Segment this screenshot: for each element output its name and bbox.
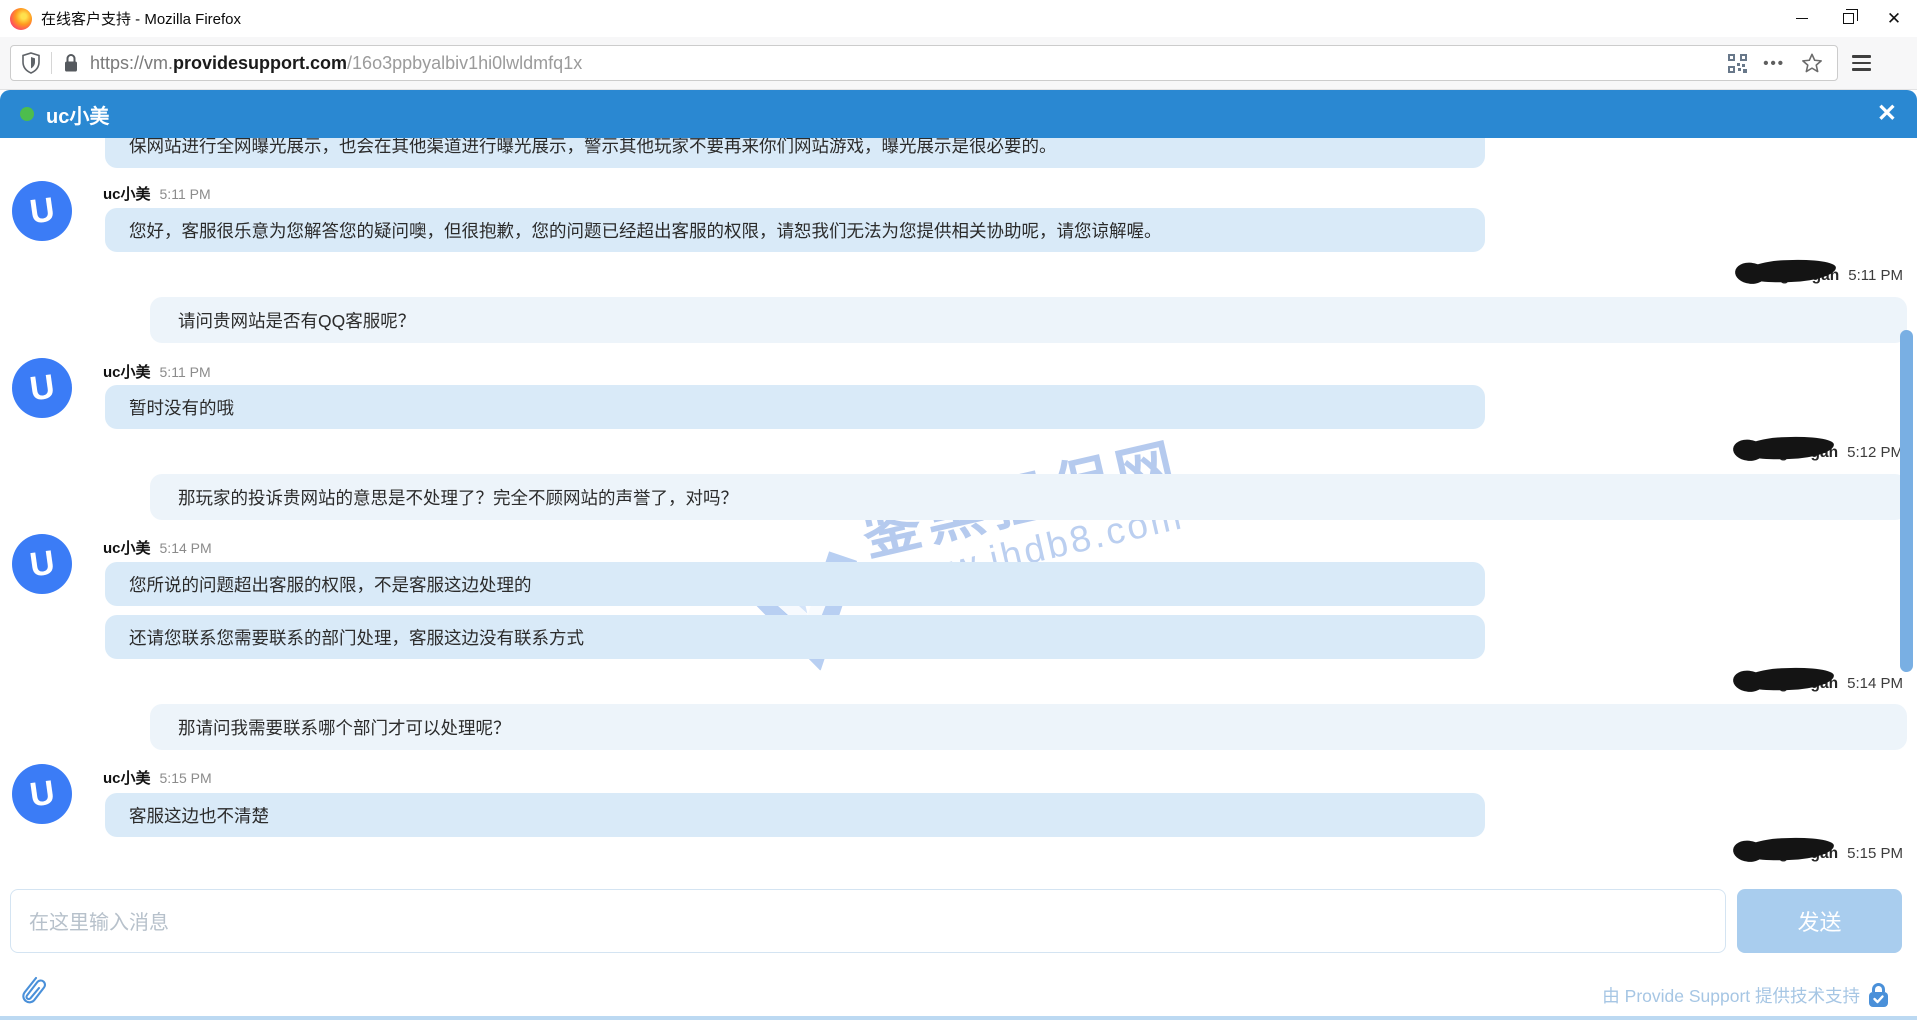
widget-bottom-border	[0, 1016, 1917, 1020]
chat-agent-title: uc小美	[46, 100, 109, 129]
minimize-icon	[1796, 18, 1808, 20]
message-time: 5:11 PM	[160, 364, 211, 380]
agent-message-header: uc小美 5:14 PM	[103, 537, 212, 558]
chat-scrollbar[interactable]	[1900, 330, 1913, 672]
message-bubble: 您好，客服很乐意为您解答您的疑问噢，但很抱歉，您的问题已经超出客服的权限，请恕我…	[105, 208, 1485, 252]
visitor-message-header: dinghaigan 5:14 PM	[1755, 675, 1903, 693]
window-title: 在线客户支持 - Mozilla Firefox	[41, 8, 241, 29]
chat-message-list[interactable]: 鉴黑担保网 www.jhdb8.com 保网站进行全网曝光展示，也会在其他渠道进…	[0, 138, 1917, 878]
agent-message-header: uc小美 5:15 PM	[103, 767, 212, 788]
message-text: 那玩家的投诉贵网站的意思是不处理了？完全不顾网站的声誉了，对吗？	[178, 485, 738, 510]
avatar-letter: U	[27, 192, 56, 229]
page-actions-icon[interactable]: •••	[1763, 55, 1785, 72]
agent-avatar: U	[12, 181, 72, 241]
message-bubble: 客服这边也不清楚	[105, 793, 1485, 837]
qr-code-icon[interactable]	[1728, 54, 1747, 73]
url-domain: providesupport.com	[173, 53, 347, 73]
message-bubble: 暂时没有的哦	[105, 385, 1485, 429]
agent-name: uc小美	[103, 767, 151, 788]
close-window-button[interactable]: ✕	[1871, 0, 1917, 37]
visitor-message-header: dinghaigan 5:12 PM	[1755, 444, 1903, 462]
urlbar-divider	[51, 52, 52, 74]
secure-lock-icon	[1868, 983, 1889, 1008]
message-input[interactable]	[10, 889, 1726, 953]
message-time: 5:15 PM	[1847, 845, 1903, 862]
chat-header: uc小美 ✕	[0, 90, 1917, 138]
bookmark-star-icon[interactable]	[1801, 52, 1823, 74]
message-text: 您所说的问题超出客服的权限，不是客服这边处理的	[129, 572, 532, 597]
agent-name: uc小美	[103, 537, 151, 558]
agent-name: uc小美	[103, 183, 151, 204]
chat-widget: uc小美 ✕ 鉴黑担保网 www.jhdb8.com 保网站进行全网曝光展示，也…	[0, 90, 1917, 1020]
send-button[interactable]: 发送	[1737, 889, 1902, 953]
visitor-message-header: dinghaigan 5:15 PM	[1755, 845, 1903, 863]
browser-navbar: https://vm.providesupport.com/16o3ppbyal…	[0, 37, 1917, 90]
powered-by[interactable]: 由 Provide Support 提供技术支持	[1602, 983, 1889, 1008]
message-time: 5:11 PM	[1848, 267, 1903, 284]
agent-message-header: uc小美 5:11 PM	[103, 183, 211, 204]
agent-message-header: uc小美 5:11 PM	[103, 361, 211, 382]
url-scheme: https://vm.	[90, 53, 173, 73]
online-status-dot	[20, 107, 34, 121]
message-time: 5:14 PM	[160, 540, 212, 556]
message-time: 5:15 PM	[160, 770, 212, 786]
agent-avatar: U	[12, 764, 72, 824]
avatar-letter: U	[27, 775, 56, 812]
shield-icon[interactable]	[21, 52, 41, 74]
message-time: 5:11 PM	[160, 186, 211, 202]
message-bubble: 还请您联系您需要联系的部门处理，客服这边没有联系方式	[105, 615, 1485, 659]
chat-close-button[interactable]: ✕	[1877, 102, 1897, 126]
message-text: 那请问我需要联系哪个部门才可以处理呢？	[178, 715, 511, 740]
message-text: 还请您联系您需要联系的部门处理，客服这边没有联系方式	[129, 625, 584, 650]
agent-avatar: U	[12, 358, 72, 418]
message-text: 您好，客服很乐意为您解答您的疑问噢，但很抱歉，您的问题已经超出客服的权限，请恕我…	[129, 218, 1162, 243]
message-time: 5:12 PM	[1847, 444, 1903, 461]
message-bubble-cutoff: 保网站进行全网曝光展示，也会在其他渠道进行曝光展示，警示其他玩家不要再来你们网站…	[105, 138, 1485, 168]
browser-titlebar: 在线客户支持 - Mozilla Firefox ✕	[0, 0, 1917, 37]
attachment-paperclip-icon[interactable]	[14, 973, 46, 1007]
restore-button[interactable]	[1825, 0, 1871, 37]
visitor-message-header: dinghaigan 5:11 PM	[1757, 267, 1903, 285]
url-path: /16o3ppbyalbiv1hi0lwldmfq1x	[347, 53, 582, 73]
message-bubble: 那请问我需要联系哪个部门才可以处理呢？	[150, 704, 1907, 750]
close-icon: ✕	[1887, 10, 1901, 27]
agent-name: uc小美	[103, 361, 151, 382]
restore-icon	[1843, 13, 1854, 24]
lock-icon	[62, 52, 80, 74]
message-text: 暂时没有的哦	[129, 395, 234, 420]
url-bar[interactable]: https://vm.providesupport.com/16o3ppbyal…	[10, 45, 1838, 81]
agent-avatar: U	[12, 534, 72, 594]
avatar-letter: U	[27, 369, 56, 406]
message-bubble: 请问贵网站是否有QQ客服呢？	[150, 297, 1907, 343]
firefox-icon	[10, 8, 32, 30]
message-text: 请问贵网站是否有QQ客服呢？	[178, 308, 415, 333]
message-time: 5:14 PM	[1847, 675, 1903, 692]
message-text: 客服这边也不清楚	[129, 803, 269, 828]
menu-icon[interactable]	[1852, 55, 1871, 71]
powered-by-label: 由 Provide Support 提供技术支持	[1602, 983, 1860, 1008]
avatar-letter: U	[27, 545, 56, 582]
message-text: 保网站进行全网曝光展示，也会在其他渠道进行曝光展示，警示其他玩家不要再来你们网站…	[129, 138, 1057, 158]
url-text: https://vm.providesupport.com/16o3ppbyal…	[90, 53, 1728, 74]
minimize-button[interactable]	[1779, 0, 1825, 37]
message-bubble: 那玩家的投诉贵网站的意思是不处理了？完全不顾网站的声誉了，对吗？	[150, 474, 1907, 520]
message-bubble: 您所说的问题超出客服的权限，不是客服这边处理的	[105, 562, 1485, 606]
